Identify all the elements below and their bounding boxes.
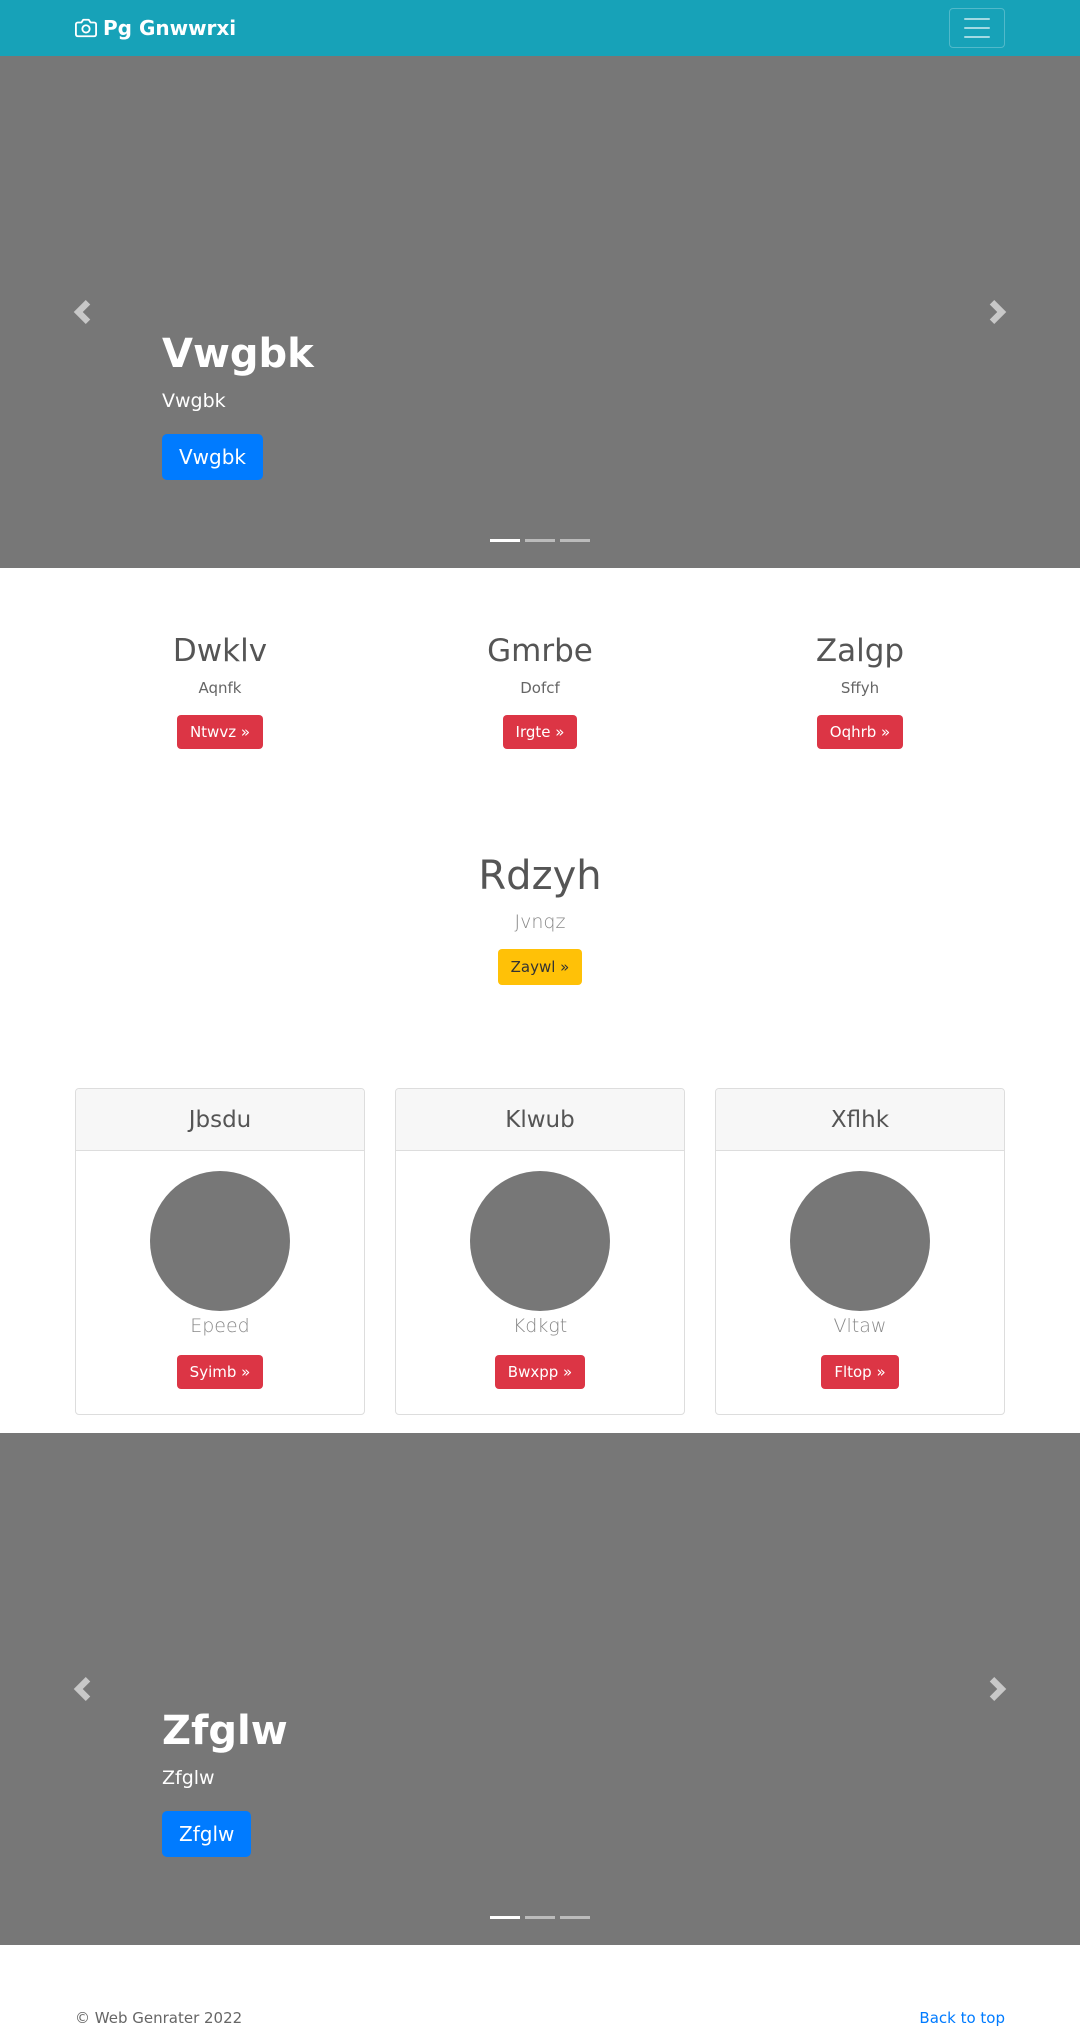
center-title: Rdzyh bbox=[478, 853, 602, 899]
hero-button[interactable]: Vwgbk bbox=[162, 434, 264, 480]
navbar-toggler[interactable] bbox=[949, 8, 1005, 48]
carousel-indicator[interactable] bbox=[525, 539, 555, 542]
card-button[interactable]: Fltop » bbox=[821, 1355, 899, 1389]
hero-caption: Zfglw Zfglw Zfglw bbox=[162, 1709, 288, 1857]
profile-card: Klwub Kdkgt Bwxpp » bbox=[395, 1088, 685, 1415]
hamburger-icon-line bbox=[964, 18, 990, 20]
profile-card: Xflhk Vltaw Fltop » bbox=[715, 1088, 1005, 1415]
hamburger-icon-line bbox=[964, 36, 990, 38]
center-text: Jvnqz bbox=[514, 911, 566, 933]
chevron-right-icon[interactable] bbox=[986, 1677, 1010, 1701]
feature-column: Dwklv Aqnfk Ntwvz » bbox=[60, 633, 380, 749]
card-text: Vltaw bbox=[833, 1315, 887, 1337]
chevron-left-icon[interactable] bbox=[70, 300, 94, 324]
back-to-top-link[interactable]: Back to top bbox=[919, 2009, 1005, 2027]
feature-title: Zalgp bbox=[815, 633, 905, 669]
hero-subtitle: Zfglw bbox=[162, 1767, 215, 1789]
feature-column: Gmrbe Dofcf Irgte » bbox=[380, 633, 700, 749]
carousel-indicator[interactable] bbox=[560, 539, 590, 542]
feature-title: Dwklv bbox=[172, 633, 268, 669]
avatar-placeholder bbox=[790, 1171, 930, 1311]
avatar-placeholder bbox=[470, 1171, 610, 1311]
hero-button[interactable]: Zfglw bbox=[162, 1811, 252, 1857]
profile-card: Jbsdu Epeed Syimb » bbox=[75, 1088, 365, 1415]
carousel-indicator[interactable] bbox=[560, 1916, 590, 1919]
feature-button[interactable]: Oqhrb » bbox=[816, 715, 904, 749]
avatar-placeholder bbox=[150, 1171, 290, 1311]
feature-text: Dofcf bbox=[520, 679, 560, 697]
chevron-right-icon[interactable] bbox=[986, 300, 1010, 324]
footer: © Web Genrater 2022 Back to top bbox=[0, 2001, 1080, 2032]
card-button[interactable]: Syimb » bbox=[176, 1355, 264, 1389]
hero-title: Zfglw bbox=[162, 1708, 288, 1754]
carousel-indicators bbox=[0, 1916, 1080, 1919]
hero-carousel-bottom: Zfglw Zfglw Zfglw bbox=[0, 1433, 1080, 1945]
brand-label: Pg Gnwwrxi bbox=[103, 16, 237, 40]
card-header: Jbsdu bbox=[76, 1089, 364, 1151]
navbar: Pg Gnwwrxi bbox=[0, 0, 1080, 56]
carousel-indicator[interactable] bbox=[525, 1916, 555, 1919]
feature-button[interactable]: Irgte » bbox=[502, 715, 578, 749]
feature-column: Zalgp Sffyh Oqhrb » bbox=[700, 633, 1020, 749]
carousel-indicator[interactable] bbox=[490, 1916, 520, 1919]
camera-icon bbox=[75, 18, 97, 38]
hero-carousel-top: Vwgbk Vwgbk Vwgbk bbox=[0, 56, 1080, 568]
hero-caption: Vwgbk Vwgbk Vwgbk bbox=[162, 332, 314, 480]
center-button[interactable]: Zaywl » bbox=[497, 949, 583, 985]
carousel-indicator[interactable] bbox=[490, 539, 520, 542]
feature-button[interactable]: Ntwvz » bbox=[176, 715, 264, 749]
carousel-indicators bbox=[0, 539, 1080, 542]
chevron-left-icon[interactable] bbox=[70, 1677, 94, 1701]
feature-title: Gmrbe bbox=[487, 633, 593, 669]
card-header: Klwub bbox=[396, 1089, 684, 1151]
card-button[interactable]: Bwxpp » bbox=[494, 1355, 586, 1389]
feature-text: Aqnfk bbox=[198, 679, 242, 697]
center-section: Rdzyh Jvnqz Zaywl » bbox=[0, 853, 1080, 985]
brand-link[interactable]: Pg Gnwwrxi bbox=[75, 0, 236, 56]
card-text: Epeed bbox=[190, 1315, 250, 1337]
card-text: Kdkgt bbox=[512, 1315, 568, 1337]
hamburger-icon-line bbox=[964, 27, 990, 29]
hero-subtitle: Vwgbk bbox=[162, 390, 226, 412]
feature-text: Sffyh bbox=[840, 679, 880, 697]
copyright-text: © Web Genrater 2022 bbox=[75, 2009, 243, 2027]
card-header: Xflhk bbox=[716, 1089, 1004, 1151]
hero-title: Vwgbk bbox=[162, 331, 314, 377]
